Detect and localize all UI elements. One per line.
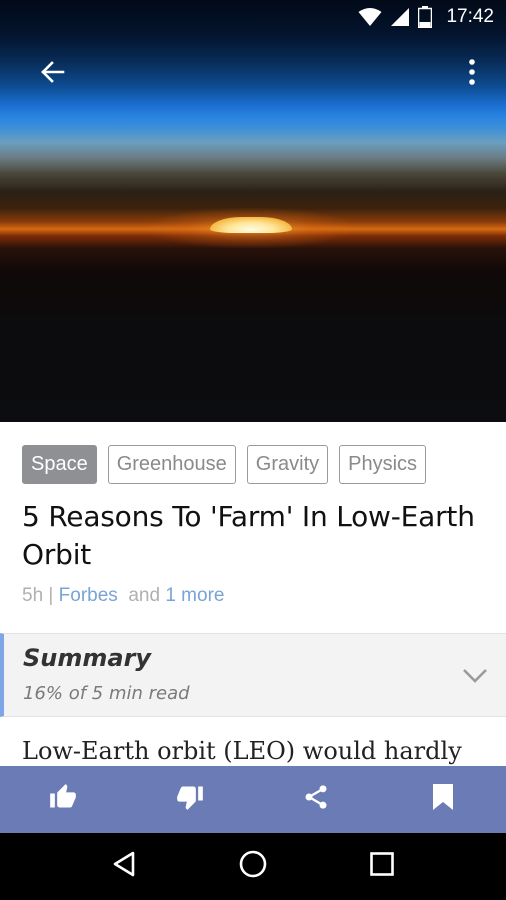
article-title: 5 Reasons To 'Farm' In Low-Earth Orbit [22,500,475,571]
home-circle-icon [238,849,268,884]
thumbs-up-icon [49,783,77,816]
source-link[interactable]: Forbes [59,585,118,607]
sun [210,217,292,233]
summary-panel[interactable]: Summary 16% of 5 min read [0,633,506,717]
wifi-icon [358,7,382,27]
more-vertical-icon [468,58,476,91]
meta-separator: | [43,585,59,606]
nav-home-button[interactable] [225,839,281,895]
more-options-button[interactable] [455,56,489,92]
system-nav-bar [0,833,506,900]
tag-list: Space Greenhouse Gravity Physics [22,445,427,484]
more-sources-link[interactable]: 1 more [165,585,224,607]
status-time: 17:42 [446,6,494,27]
meta-and-text: and [117,585,166,606]
tag-physics[interactable]: Physics [339,445,427,484]
thumbs-down-icon [176,783,204,816]
bookmark-icon [431,783,455,816]
bookmark-button[interactable] [380,766,506,833]
action-bar [0,766,506,833]
share-icon [302,783,330,816]
status-bar: 17:42 [0,0,506,34]
tag-gravity[interactable]: Gravity [246,445,329,484]
back-triangle-icon [111,850,137,883]
article-body-preview: Low-Earth orbit (LEO) would hardly [22,737,462,765]
arrow-left-icon [39,60,65,89]
nav-recents-button[interactable] [354,839,410,895]
summary-progress: 16% of 5 min read [23,683,190,704]
share-button[interactable] [253,766,380,833]
like-button[interactable] [0,766,127,833]
tag-greenhouse[interactable]: Greenhouse [107,445,236,484]
dislike-button[interactable] [127,766,254,833]
back-button[interactable] [34,56,70,92]
hero-image [0,0,506,422]
tag-space[interactable]: Space [22,445,97,484]
nav-back-button[interactable] [96,839,152,895]
recents-square-icon [369,851,395,882]
chevron-down-icon[interactable] [460,664,490,688]
article-age: 5h [22,585,44,606]
article-meta: 5h | Forbes and 1 more [22,585,224,607]
summary-title: Summary [23,644,152,672]
signal-icon [390,7,410,27]
battery-icon [418,6,433,28]
